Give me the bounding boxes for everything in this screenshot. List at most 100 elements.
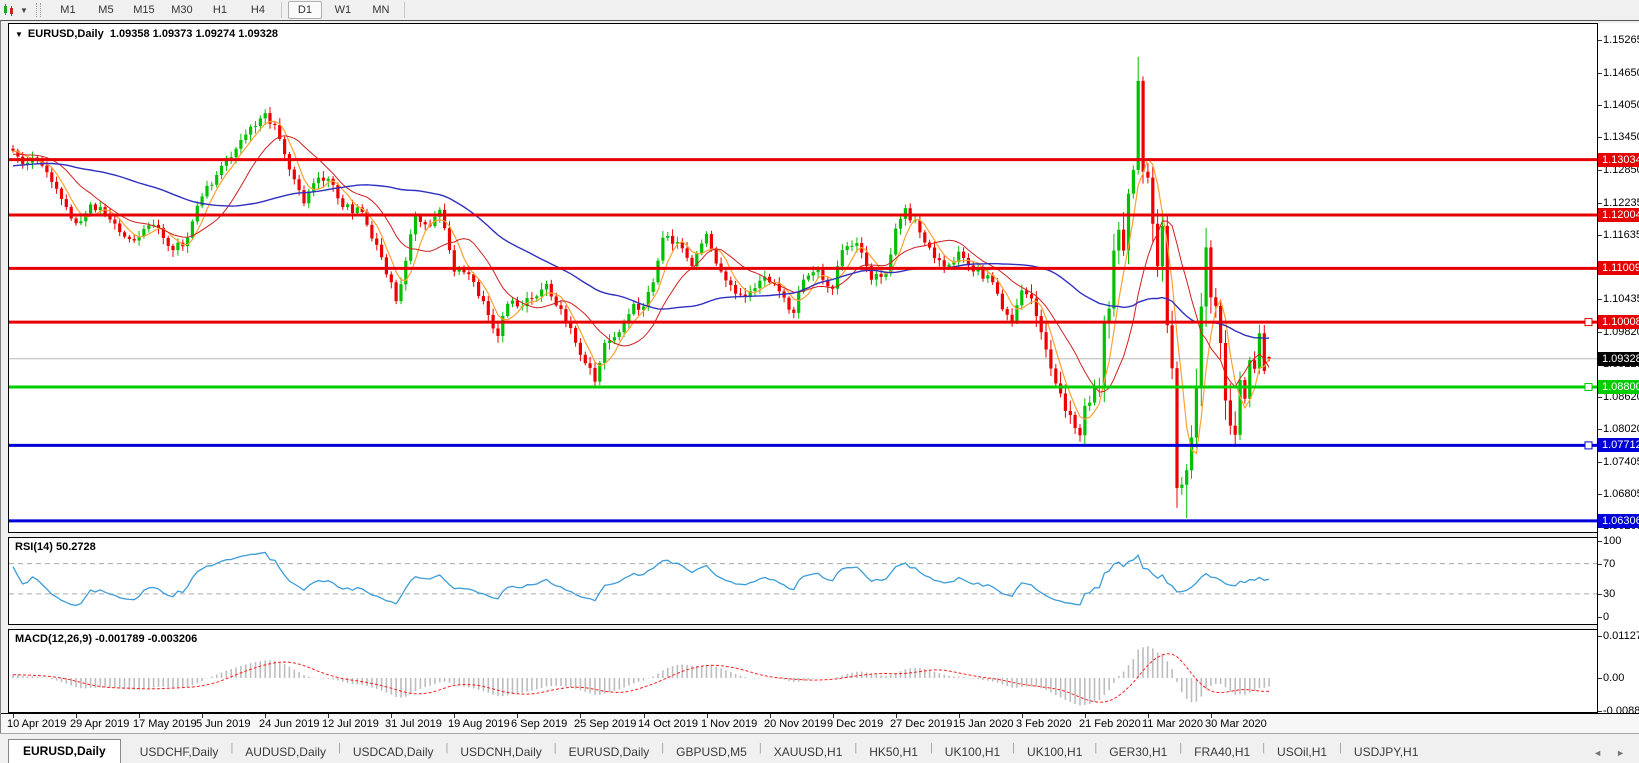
time-axis[interactable]: 10 Apr 201929 Apr 201917 May 20195 Jun 2… <box>1 713 1639 734</box>
timeframe-button-m30[interactable]: M30 <box>165 1 199 19</box>
tab-eurusd-daily[interactable]: EURUSD,Daily <box>8 739 121 763</box>
price-tick-mark <box>1598 73 1602 74</box>
macd-panel[interactable]: MACD(12,26,9) -0.001789 -0.003206 <box>8 629 1598 713</box>
hline-handle-1.10008[interactable] <box>1585 319 1592 326</box>
timeframe-button-m15[interactable]: M15 <box>127 1 161 19</box>
tab-gbpusd-m5[interactable]: GBPUSD,M5 <box>664 741 759 763</box>
chart-ohlc: 1.09358 1.09373 1.09274 1.09328 <box>104 28 278 40</box>
tab-ger30-h1[interactable]: GER30,H1 <box>1097 741 1179 763</box>
chart-type-icon[interactable] <box>2 3 18 17</box>
macd-canvas[interactable] <box>9 630 1597 712</box>
tab-usdcad-daily[interactable]: USDCAD,Daily <box>341 741 446 763</box>
candlestick-glyph <box>2 3 18 17</box>
tab-hk50-h1[interactable]: HK50,H1 <box>857 741 930 763</box>
ma-mid-line[interactable] <box>13 136 1269 392</box>
timeframe-button-h4[interactable]: H4 <box>241 1 275 19</box>
macd-scale-0.011277: 0.011277 <box>1603 630 1639 642</box>
macd-tick-mark <box>1598 636 1602 637</box>
rsi-scale-100: 100 <box>1603 535 1621 547</box>
tab-usdjpy-h1[interactable]: USDJPY,H1 <box>1342 741 1430 763</box>
date-label: 25 Sep 2019 <box>574 718 636 730</box>
timeframe-button-m5[interactable]: M5 <box>89 1 123 19</box>
price-tick-mark <box>1598 40 1602 41</box>
tab-uk100-h1[interactable]: UK100,H1 <box>933 741 1012 763</box>
rsi-value: 50.2728 <box>56 541 96 553</box>
chart-title: ▼ EURUSD,Daily 1.09358 1.09373 1.09274 1.… <box>15 28 278 40</box>
timeframe-buttons: M1M5M15M30H1H4 D1W1MN <box>49 1 409 19</box>
price-tick-label: 1.08020 <box>1603 423 1639 435</box>
hline-handle-1.08800[interactable] <box>1585 384 1592 391</box>
date-label: 30 Mar 2020 <box>1205 718 1267 730</box>
price-label-1.08800: 1.08800 <box>1598 380 1639 394</box>
price-tick-label: 1.10435 <box>1603 293 1639 305</box>
rsi-tick-mark <box>1598 564 1602 565</box>
timeframe-button-mn[interactable]: MN <box>364 1 398 19</box>
ma-slow-line[interactable] <box>13 163 1269 338</box>
price-tick-label: 1.15265 <box>1603 34 1639 46</box>
rsi-tick-mark <box>1598 594 1602 595</box>
timeframe-button-h1[interactable]: H1 <box>203 1 237 19</box>
rsi-title: RSI(14) 50.2728 <box>15 541 96 553</box>
price-label-1.10008: 1.10008 <box>1598 315 1639 329</box>
date-label: 29 Apr 2019 <box>70 718 129 730</box>
timeframe-button-d1[interactable]: D1 <box>288 1 322 19</box>
tab-xauusd-h1[interactable]: XAUUSD,H1 <box>762 741 855 763</box>
price-label-1.12004: 1.12004 <box>1598 208 1639 222</box>
price-tick-mark <box>1598 137 1602 138</box>
chart-window: ▼ EURUSD,Daily 1.09358 1.09373 1.09274 1.… <box>0 20 1639 733</box>
timeframe-button-w1[interactable]: W1 <box>326 1 360 19</box>
chart-tabs-bar: EURUSD,Daily USDCHF,Daily|AUDUSD,Daily|U… <box>0 733 1639 763</box>
tabs-scroll-left-icon[interactable]: ◄ <box>1593 748 1602 758</box>
price-axis[interactable]: 1.152651.146501.140501.134501.128501.122… <box>1597 23 1639 713</box>
macd-tick-mark <box>1598 711 1602 712</box>
date-label: 5 Jun 2019 <box>196 718 250 730</box>
timeframes-toolbar: ▼ M1M5M15M30H1H4 D1W1MN <box>0 0 1639 21</box>
tab-eurusd-daily[interactable]: EURUSD,Daily <box>557 741 662 763</box>
price-label-1.07712: 1.07712 <box>1598 438 1639 452</box>
toolbar-separator <box>404 2 405 18</box>
toolbar-separator <box>281 2 282 18</box>
candles <box>11 57 1270 518</box>
hline-handle-1.07712[interactable] <box>1585 442 1592 449</box>
ma-fast-line[interactable] <box>13 121 1269 453</box>
chart-symbol: EURUSD,Daily <box>28 28 104 40</box>
tab-audusd-daily[interactable]: AUDUSD,Daily <box>233 741 338 763</box>
price-tick-mark <box>1598 462 1602 463</box>
date-label: 27 Dec 2019 <box>890 718 952 730</box>
mt4-app: ▼ M1M5M15M30H1H4 D1W1MN ▼ EURUSD,Daily 1.0… <box>0 0 1639 763</box>
tabs-scroll-right-icon[interactable]: ► <box>1616 748 1625 758</box>
price-tick-mark <box>1598 299 1602 300</box>
tab-usdcnh-daily[interactable]: USDCNH,Daily <box>448 741 553 763</box>
price-tick-label: 1.07405 <box>1603 456 1639 468</box>
tab-fra40-h1[interactable]: FRA40,H1 <box>1182 741 1262 763</box>
rsi-panel[interactable]: RSI(14) 50.2728 <box>8 537 1598 625</box>
price-tick-label: 1.06805 <box>1603 488 1639 500</box>
date-label: 20 Nov 2019 <box>764 718 826 730</box>
rsi-canvas[interactable] <box>9 538 1597 624</box>
macd-tick-mark <box>1598 678 1602 679</box>
date-label: 15 Jan 2020 <box>953 718 1014 730</box>
price-tick-mark <box>1598 397 1602 398</box>
timeframe-button-m1[interactable]: M1 <box>51 1 85 19</box>
date-label: 24 Jun 2019 <box>259 718 320 730</box>
toolbar-grip[interactable] <box>36 3 41 17</box>
rsi-line <box>13 553 1269 606</box>
macd-values: -0.001789 -0.003206 <box>95 633 197 645</box>
price-label-1.06306: 1.06306 <box>1598 514 1639 528</box>
tab-usdchf-daily[interactable]: USDCHF,Daily <box>128 741 231 763</box>
symbol-caret-icon[interactable]: ▼ <box>15 30 23 39</box>
price-tick-label: 1.14050 <box>1603 99 1639 111</box>
date-label: 12 Jul 2019 <box>322 718 379 730</box>
rsi-scale-70: 70 <box>1603 558 1615 570</box>
chart-type-dropdown-caret-icon[interactable]: ▼ <box>20 6 28 15</box>
price-tick-mark <box>1598 494 1602 495</box>
tab-uk100-h1[interactable]: UK100,H1 <box>1015 741 1094 763</box>
main-chart-panel[interactable]: ▼ EURUSD,Daily 1.09358 1.09373 1.09274 1.… <box>8 23 1598 533</box>
current-price-label: 1.09328 <box>1598 352 1639 366</box>
date-label: 9 Dec 2019 <box>827 718 883 730</box>
macd-scale--0.008844: -0.008844 <box>1603 705 1639 713</box>
tab-usoil-h1[interactable]: USOil,H1 <box>1265 741 1339 763</box>
price-canvas[interactable] <box>9 24 1597 532</box>
price-tick-label: 1.11635 <box>1603 229 1639 241</box>
date-label: 1 Nov 2019 <box>701 718 757 730</box>
